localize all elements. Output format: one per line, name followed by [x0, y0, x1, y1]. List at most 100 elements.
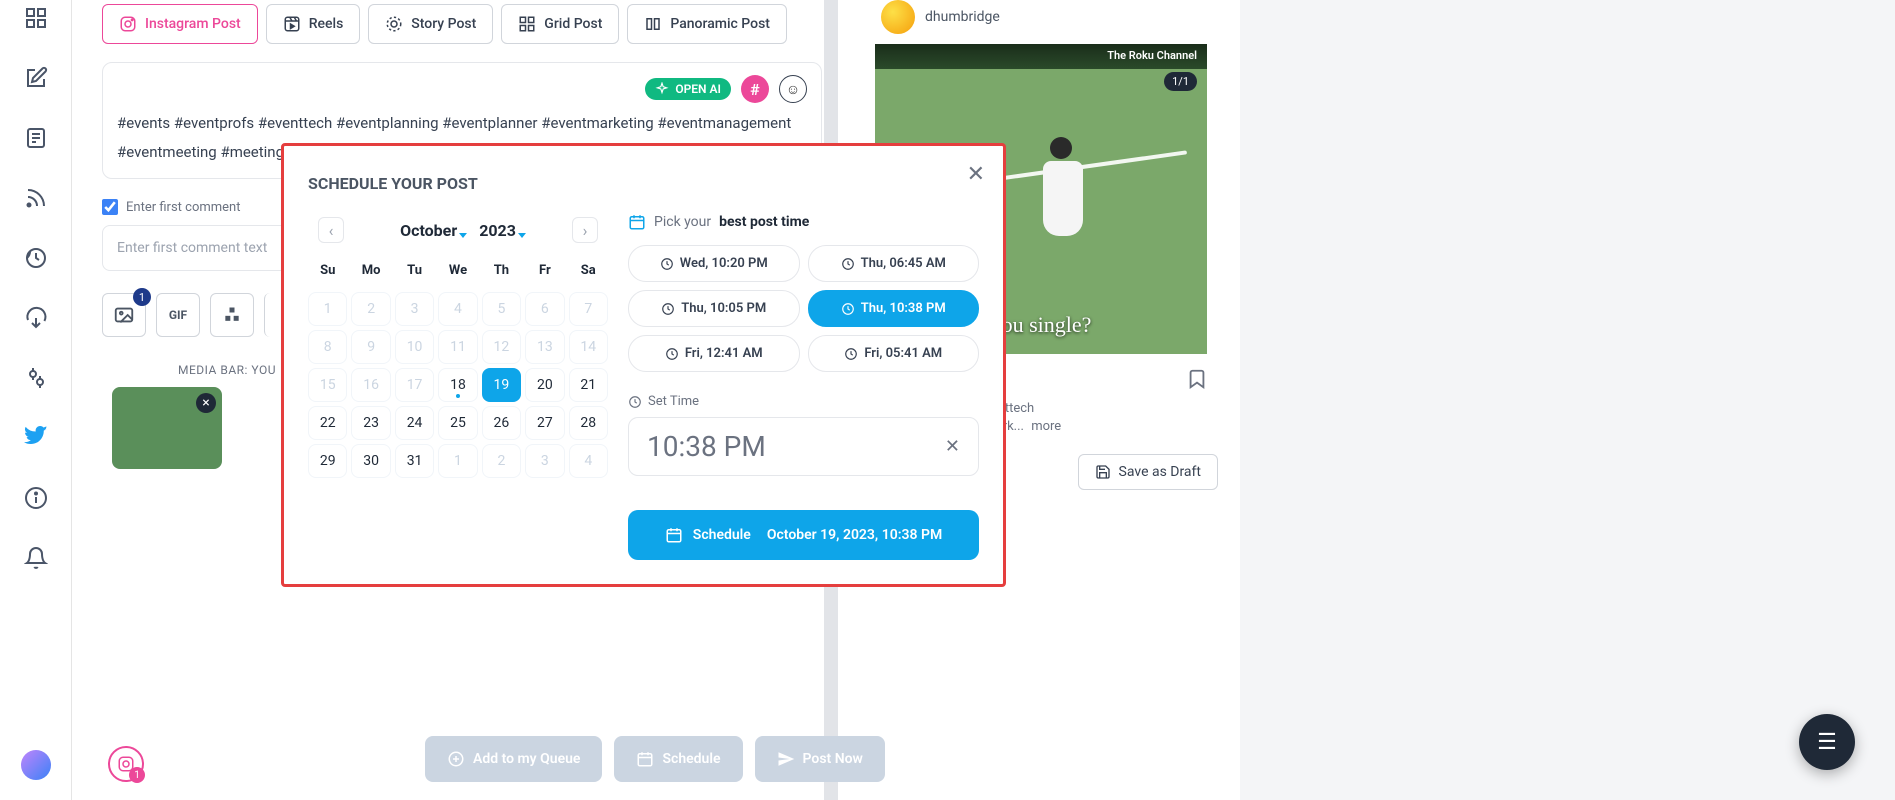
instagram-account-chip[interactable]: 1	[108, 746, 144, 782]
bookmark-icon[interactable]	[1186, 368, 1208, 390]
cal-day[interactable]: 12	[482, 330, 521, 364]
cal-day[interactable]: 13	[525, 330, 564, 364]
cal-day[interactable]: 17	[395, 368, 434, 402]
content-icon[interactable]	[22, 124, 50, 152]
tab-label: Instagram Post	[145, 16, 241, 32]
cal-day[interactable]: 7	[569, 292, 608, 326]
add-to-queue-button[interactable]: Add to my Queue	[425, 736, 602, 782]
save-draft-button[interactable]: Save as Draft	[1078, 454, 1218, 490]
time-label: Thu, 10:05 PM	[681, 301, 766, 316]
schedule-button[interactable]: Schedule	[614, 736, 742, 782]
tab-label: Story Post	[411, 16, 476, 32]
cal-month[interactable]: October	[400, 221, 457, 240]
cal-day[interactable]: 16	[351, 368, 390, 402]
cal-day[interactable]: 22	[308, 406, 347, 440]
tab-instagram-post[interactable]: Instagram Post	[102, 4, 258, 44]
openai-badge[interactable]: OPEN AI	[645, 78, 731, 100]
tab-grid-post[interactable]: Grid Post	[501, 4, 619, 44]
gif-label: GIF	[169, 308, 187, 322]
twitter-icon[interactable]	[22, 424, 50, 452]
cal-day[interactable]: 2	[351, 292, 390, 326]
automation-icon[interactable]	[22, 244, 50, 272]
cal-day[interactable]: 20	[525, 368, 564, 402]
time-input[interactable]: 10:38 PM ✕	[628, 417, 979, 476]
hashtag-button[interactable]: #	[741, 75, 769, 103]
cal-day[interactable]: 11	[438, 330, 477, 364]
first-comment-checkbox[interactable]	[102, 199, 118, 215]
cal-day[interactable]: 5	[482, 292, 521, 326]
tab-story-post[interactable]: Story Post	[368, 4, 493, 44]
cal-day[interactable]: 31	[395, 444, 434, 478]
time-chip[interactable]: Thu, 06:45 AM	[808, 245, 980, 282]
cal-day[interactable]: 14	[569, 330, 608, 364]
cal-dow: Mo	[351, 257, 390, 288]
cal-day[interactable]: 27	[525, 406, 564, 440]
time-chip[interactable]: Wed, 10:20 PM	[628, 245, 800, 282]
emoji-button[interactable]: ☺	[779, 75, 807, 103]
cal-day[interactable]: 4	[569, 444, 608, 478]
clock-icon	[844, 347, 858, 361]
button-label: Post Now	[803, 751, 863, 767]
cal-day[interactable]: 4	[438, 292, 477, 326]
cal-day[interactable]: 21	[569, 368, 608, 402]
cal-day[interactable]: 1	[308, 292, 347, 326]
preview-avatar	[881, 0, 915, 34]
cal-day[interactable]: 26	[482, 406, 521, 440]
cal-day[interactable]: 30	[351, 444, 390, 478]
cal-next[interactable]: ›	[572, 217, 598, 243]
download-icon[interactable]	[22, 304, 50, 332]
time-chip[interactable]: Fri, 12:41 AM	[628, 335, 800, 372]
cal-day[interactable]: 23	[351, 406, 390, 440]
time-chip[interactable]: Thu, 10:38 PM	[808, 290, 980, 327]
post-now-button[interactable]: Post Now	[755, 736, 885, 782]
cal-day[interactable]: 3	[395, 292, 434, 326]
tab-panoramic-post[interactable]: Panoramic Post	[627, 4, 787, 44]
cal-day[interactable]: 9	[351, 330, 390, 364]
confirm-schedule-button[interactable]: Schedule October 19, 2023, 10:38 PM	[628, 510, 979, 560]
cal-day[interactable]: 6	[525, 292, 564, 326]
tab-reels[interactable]: Reels	[266, 4, 361, 44]
cal-day[interactable]: 2	[482, 444, 521, 478]
bell-icon[interactable]	[22, 544, 50, 572]
time-chip[interactable]: Thu, 10:05 PM	[628, 290, 800, 327]
cal-day[interactable]: 8	[308, 330, 347, 364]
image-button[interactable]: 1	[102, 293, 146, 337]
cal-day[interactable]: 29	[308, 444, 347, 478]
gif-button[interactable]: GIF	[156, 293, 200, 337]
settings-icon[interactable]	[22, 364, 50, 392]
thumbnail-remove[interactable]: ×	[196, 393, 216, 413]
cal-prev[interactable]: ‹	[318, 217, 344, 243]
cal-day[interactable]: 3	[525, 444, 564, 478]
post-type-tabs: Instagram Post Reels Story Post Grid Pos…	[102, 4, 822, 44]
clear-time-icon[interactable]: ✕	[945, 436, 960, 457]
cal-year[interactable]: 2023	[479, 221, 516, 240]
cal-day[interactable]: 25	[438, 406, 477, 440]
dashboard-icon[interactable]	[22, 4, 50, 32]
grid-icon	[518, 15, 536, 33]
cal-day[interactable]: 10	[395, 330, 434, 364]
cal-day[interactable]: 15	[308, 368, 347, 402]
cal-day[interactable]: 1	[438, 444, 477, 478]
calendar: ‹ October 2023 › SuMoTuWeThFrSa123456789…	[308, 213, 608, 560]
time-panel: Pick your best post time Wed, 10:20 PMTh…	[628, 213, 979, 560]
panoramic-icon	[644, 15, 662, 33]
modal-title: SCHEDULE YOUR POST	[308, 174, 979, 193]
media-thumbnail[interactable]: ×	[112, 387, 222, 469]
cal-day[interactable]: 28	[569, 406, 608, 440]
compose-icon[interactable]	[22, 64, 50, 92]
upload-button[interactable]	[210, 293, 254, 337]
close-icon[interactable]: ✕	[967, 162, 985, 187]
menu-fab[interactable]: ☰	[1799, 714, 1855, 770]
calendar-grid: SuMoTuWeThFrSa12345678910111213141516171…	[308, 257, 608, 478]
right-gutter	[1240, 0, 1895, 800]
rss-icon[interactable]	[22, 184, 50, 212]
more-link[interactable]: more	[1031, 419, 1061, 434]
calendar-icon	[636, 750, 654, 768]
info-icon[interactable]	[22, 484, 50, 512]
time-chip[interactable]: Fri, 05:41 AM	[808, 335, 980, 372]
user-avatar[interactable]	[21, 750, 51, 780]
cal-day[interactable]: 18	[438, 368, 477, 402]
cal-day[interactable]: 24	[395, 406, 434, 440]
clock-icon	[628, 395, 642, 409]
cal-day[interactable]: 19	[482, 368, 521, 402]
